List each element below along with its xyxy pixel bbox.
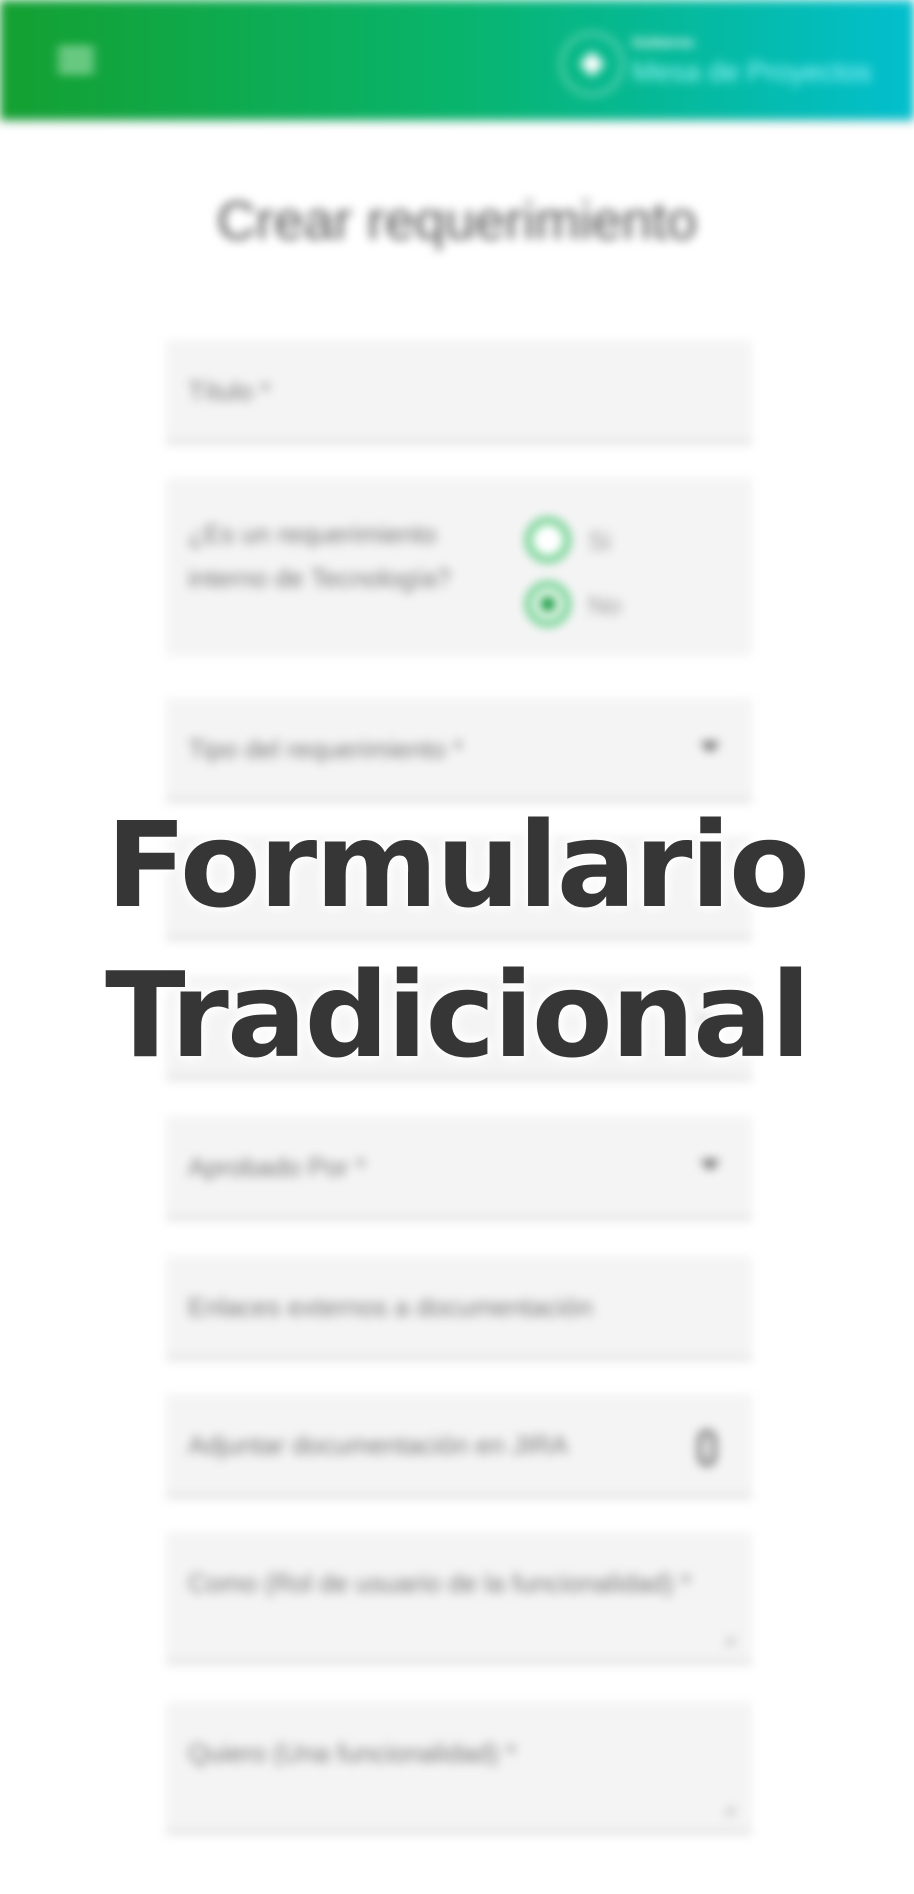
attachment-icon[interactable] (698, 1430, 716, 1466)
como-textarea[interactable]: Como (Rol de usuario de la funcionalidad… (166, 1532, 752, 1664)
page-title: Crear requerimiento (216, 191, 698, 251)
quiero-label: Quiero (Una funcionalidad) * (188, 1738, 517, 1768)
brand-subtitle: Mesa de Proyectos (632, 56, 872, 87)
radio-si[interactable] (526, 518, 570, 562)
enlaces-input[interactable]: Enlaces externos a documentación (166, 1256, 752, 1360)
tipo-label: Tipo del requerimiento * (188, 734, 464, 764)
adjuntar-input[interactable]: Adjuntar documentación en JIRA (166, 1394, 752, 1498)
titulo-label: Título * (188, 376, 271, 406)
tipo-requerimiento-select[interactable]: Tipo del requerimiento * (166, 698, 752, 802)
quiero-textarea[interactable]: Quiero (Una funcionalidad) * (166, 1702, 752, 1834)
resize-handle-icon[interactable] (724, 1805, 734, 1815)
radio-si-label: Si (588, 526, 612, 556)
radio-no[interactable] (526, 582, 570, 626)
overlay-line-2: Tradicional (105, 946, 811, 1084)
enlaces-label: Enlaces externos a documentación (188, 1292, 593, 1322)
hamburger-menu-icon[interactable] (58, 48, 94, 76)
radio-no-label: No (588, 590, 622, 620)
interno-question: ¿Es un requerimiento interno de Tecnolog… (188, 519, 451, 593)
interno-radio-group: ¿Es un requerimiento interno de Tecnolog… (166, 478, 752, 656)
overlay-line-1: Formulario (106, 796, 810, 934)
titulo-input[interactable]: Título * (166, 340, 752, 444)
resize-handle-icon[interactable] (724, 1635, 734, 1645)
adjuntar-label: Adjuntar documentación en JIRA (188, 1430, 569, 1460)
chevron-down-icon (700, 742, 720, 752)
aprobado-label: Aprobado Por * (188, 1152, 366, 1182)
overlay-caption: Formulario Tradicional (0, 790, 914, 1090)
brand-logo-icon (560, 32, 624, 96)
chevron-down-icon (700, 1160, 720, 1170)
aprobado-por-select[interactable]: Aprobado Por * (166, 1116, 752, 1220)
como-label: Como (Rol de usuario de la funcionalidad… (188, 1568, 691, 1598)
brand-top-text: Gobierno (632, 34, 695, 50)
app-header: Gobierno Mesa de Proyectos (0, 0, 914, 120)
